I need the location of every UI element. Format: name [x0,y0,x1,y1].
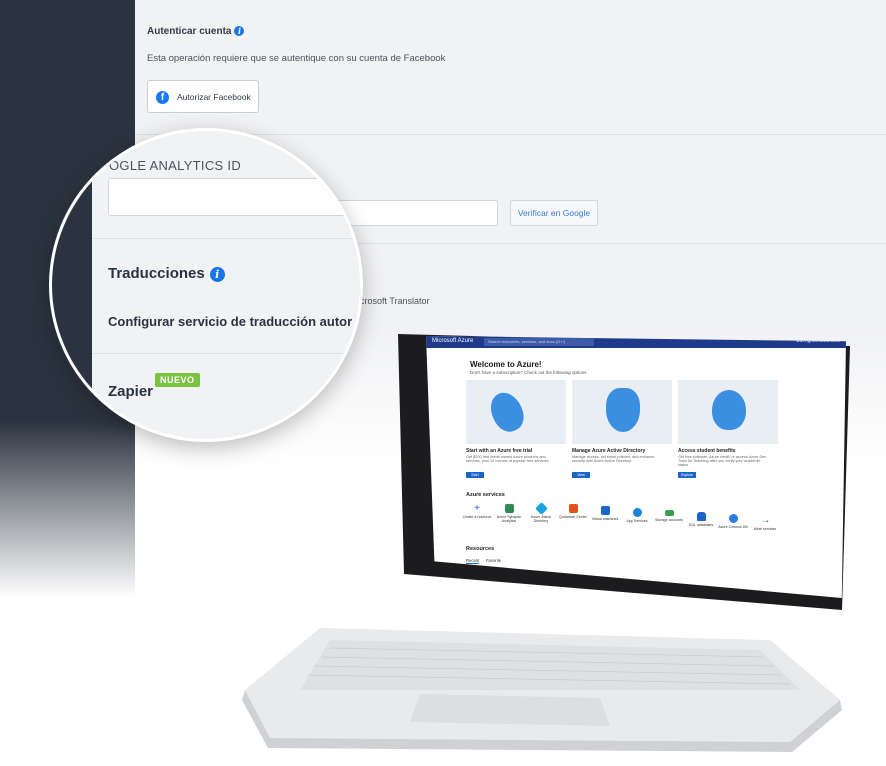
service-quickstart[interactable]: Quickstart Center [558,504,588,519]
azure-brand: Microsoft Azure [432,338,474,344]
laptop-screen: Microsoft Azure Search resources, servic… [426,336,846,598]
card-button[interactable]: Start [466,472,484,478]
card-title: Start with an Azure free trial [466,448,533,454]
tab-favorite[interactable]: Favorite [486,558,501,563]
database-icon [696,512,706,521]
vm-icon [600,506,610,515]
card-desc: Get $200 free credit toward Azure produc… [466,455,550,463]
plus-icon: + [474,503,480,514]
service-app[interactable]: App Services [622,508,652,523]
service-cosmos[interactable]: Azure Cosmos DB [718,514,748,529]
aad-icon [534,502,548,515]
synapse-icon [504,504,514,513]
globe-icon [632,508,642,517]
azure-card-2 [572,380,672,444]
card-desc: Manage access, set smart policies, and e… [572,455,655,463]
card-title: Manage Azure Active Directory [572,448,646,454]
service-create[interactable]: + Create a resource [462,503,492,520]
service-synapse[interactable]: Azure Synapse Analytics [494,504,524,523]
cloud-illustration [712,390,746,430]
azure-welcome-sub: Don't have a subscription? Check out the… [470,370,588,375]
tab-recent[interactable]: Recent [466,558,480,564]
cosmos-icon [728,514,738,523]
trackpad [410,694,610,726]
card-button[interactable]: Explore [678,472,696,478]
azure-card-1 [466,380,566,444]
storage-icon [664,510,674,516]
service-aad[interactable]: Azure Active Directory [526,502,556,523]
service-vm[interactable]: Virtual machines [590,506,620,521]
azure-welcome: Welcome to Azure! [470,360,542,369]
shield-illustration [606,388,640,432]
arrow-right-icon: → [760,515,771,526]
card-button[interactable]: View [572,472,590,478]
rocket-icon [568,504,578,513]
azure-services-title: Azure services [466,492,505,498]
key-illustration [484,387,530,437]
azure-card-3 [678,380,778,444]
card-title: Access student benefits [678,448,736,454]
service-storage[interactable]: Storage accounts [654,510,684,522]
azure-resources-title: Resources [466,546,495,552]
service-sql[interactable]: SQL databases [686,512,716,527]
azure-search-input[interactable]: Search resources, services, and docs (G+… [484,338,594,346]
card-desc: Get free software, Azure credit, or acce… [678,455,767,467]
service-more[interactable]: → More services [750,515,780,532]
